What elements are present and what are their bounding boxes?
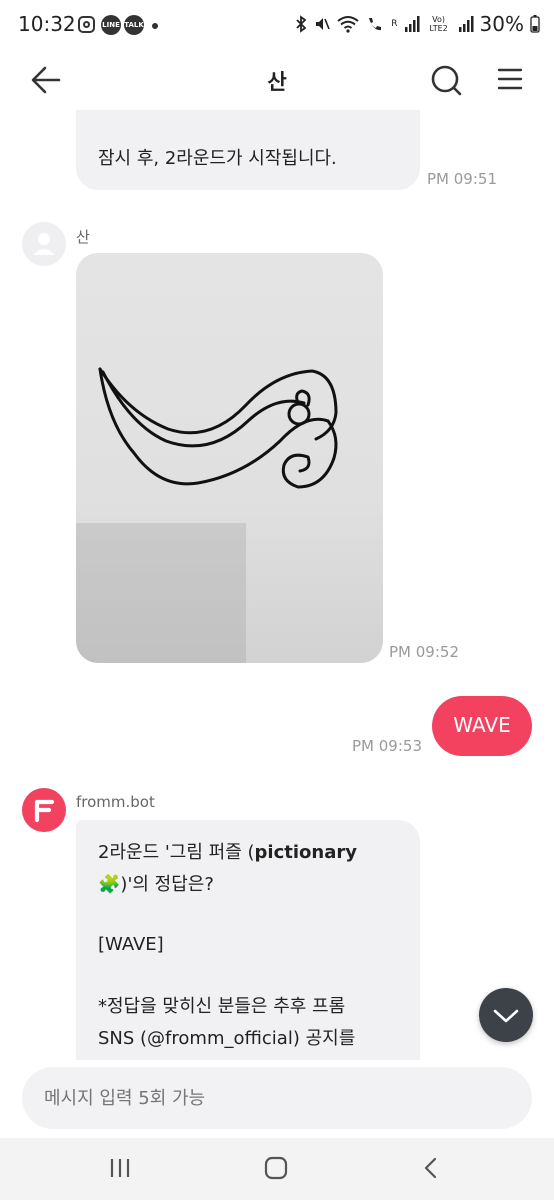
message-line: 2라운드 '그림 퍼즐 (pictionary <box>98 838 357 868</box>
chevron-down-icon <box>493 1009 519 1023</box>
message-image[interactable] <box>76 253 383 663</box>
message-bubble[interactable]: 잠시 후, 2라운드가 시작됩니다. <box>76 110 420 190</box>
message-text: )'의 정답은? <box>120 874 214 895</box>
wifi-icon <box>337 16 359 33</box>
system-nav-bar <box>0 1138 554 1200</box>
battery-icon <box>530 15 540 33</box>
wave-drawing <box>98 367 338 489</box>
sender-name: fromm.bot <box>76 793 155 811</box>
line-icon: LINE <box>101 15 121 35</box>
sent-message-text: WAVE <box>453 713 511 737</box>
message-text: *정답을 맞히신 분들은 추후 프롬 <box>98 996 346 1017</box>
hamburger-menu-icon[interactable] <box>497 66 523 92</box>
chat-header: 산 <box>0 52 554 110</box>
talk-icon: TALK <box>124 15 144 35</box>
message-input[interactable] <box>22 1067 532 1129</box>
search-icon[interactable] <box>430 64 462 96</box>
chat-title: 산 <box>267 70 287 94</box>
instagram-icon <box>78 16 95 33</box>
status-icons: R Vo) LTE2 30% <box>295 12 540 36</box>
message-bold-text: pictionary <box>254 842 357 863</box>
message-text: 2라운드 '그림 퍼즐 ( <box>98 842 255 863</box>
scroll-to-bottom-button[interactable] <box>479 988 533 1042</box>
signal-icon <box>404 16 420 32</box>
sender-name: 산 <box>76 228 90 246</box>
message-answer: [WAVE] <box>98 934 164 955</box>
avatar[interactable] <box>22 222 66 266</box>
network-lte-label: Vo) LTE2 <box>429 15 448 33</box>
message-text: SNS (@fromm_official) 공지를 <box>98 1028 356 1049</box>
home-icon[interactable] <box>264 1156 288 1180</box>
nav-back-icon[interactable] <box>422 1156 440 1180</box>
mute-icon <box>316 18 331 30</box>
network-r-label: R <box>391 18 398 29</box>
status-bar: 10:32 LINE TALK R Vo) LTE2 30% <box>0 0 554 52</box>
message-time: PM 09:51 <box>427 170 497 188</box>
message-time: PM 09:52 <box>389 643 459 661</box>
bluetooth-icon <box>296 15 307 33</box>
battery-percent: 30% <box>479 12 524 36</box>
bot-avatar[interactable] <box>22 788 66 832</box>
status-time: 10:32 <box>18 12 76 36</box>
signal-2-icon <box>458 16 474 32</box>
message-bubble[interactable]: 2라운드 '그림 퍼즐 (pictionary 🧩)'의 정답은? [WAVE]… <box>76 820 420 1070</box>
puzzle-icon: 🧩 <box>98 874 121 895</box>
notification-dot-icon <box>152 23 158 29</box>
recents-icon[interactable] <box>108 1157 132 1179</box>
message-time: PM 09:53 <box>352 737 422 755</box>
default-avatar-icon <box>33 233 55 255</box>
input-bar <box>0 1060 554 1138</box>
message-text: 잠시 후, 2라운드가 시작됩니다. <box>98 148 337 169</box>
fromm-logo-icon <box>34 799 55 823</box>
wifi-call-icon <box>369 18 382 31</box>
sent-message-bubble[interactable]: WAVE <box>432 696 532 756</box>
message-line: 🧩)'의 정답은? <box>98 870 214 900</box>
